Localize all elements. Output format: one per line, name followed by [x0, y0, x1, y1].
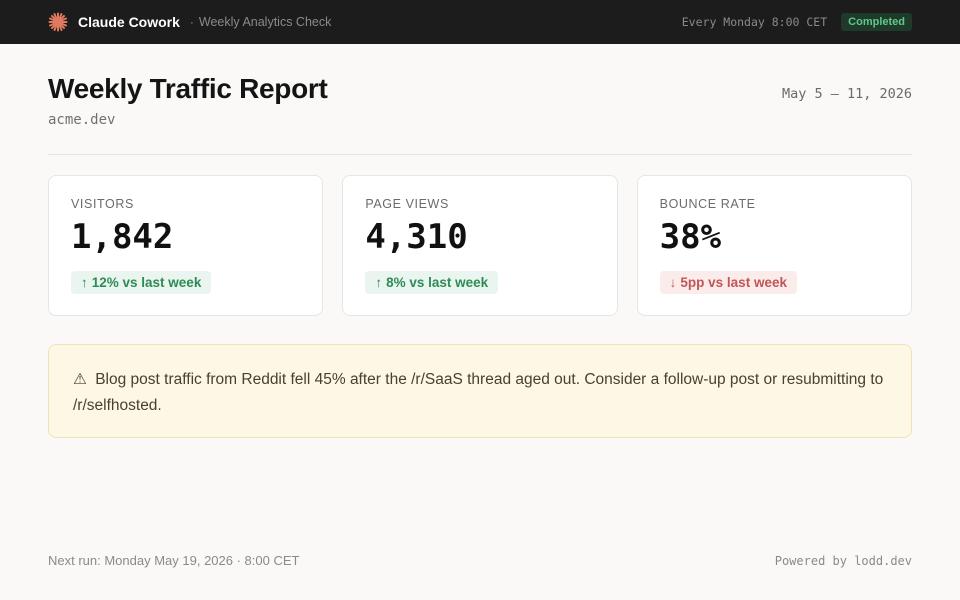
report-header: Weekly Traffic Report acme.dev May 5 – 1… [48, 70, 912, 155]
stat-label: Visitors [71, 197, 134, 211]
next-run-text: Next run: Monday May 19, 2026 · 8:00 CET [48, 553, 300, 568]
arrow-up-icon: ↑ [81, 275, 88, 290]
site-domain: acme.dev [48, 112, 116, 128]
top-bar: Claude Cowork · Weekly Analytics Check E… [0, 0, 960, 44]
stat-value: 38% [659, 217, 722, 257]
stat-delta-badge: ↑ 12% vs last week [71, 271, 212, 294]
date-range: May 5 – 11, 2026 [781, 86, 912, 102]
stat-delta-text: 5pp vs last week [680, 275, 787, 290]
status-badge: Completed [841, 13, 912, 31]
stat-card-page-views: Page Views 4,310 ↑ 8% vs last week [342, 175, 618, 316]
stat-label: Page Views [365, 197, 449, 211]
stat-label: Bounce Rate [659, 197, 756, 211]
stat-delta-badge: ↓ 5pp vs last week [659, 271, 797, 294]
top-bar-left: Claude Cowork · Weekly Analytics Check [48, 12, 331, 32]
schedule-text: Every Monday 8:00 CET [681, 15, 828, 29]
stat-card-bounce-rate: Bounce Rate 38% ↓ 5pp vs last week [636, 175, 912, 316]
stat-value: 1,842 [71, 217, 174, 257]
insight-alert: ⚠ Blog post traffic from Reddit fell 45%… [48, 344, 912, 438]
arrow-down-icon: ↓ [669, 275, 677, 290]
stat-delta-text: 12% vs last week [91, 275, 202, 290]
stat-value: 4,310 [365, 217, 468, 257]
claude-spark-icon [48, 12, 68, 32]
top-bar-right: Every Monday 8:00 CET Completed [682, 13, 912, 31]
stat-delta-text: 8% vs last week [386, 275, 489, 290]
powered-by-link[interactable]: Powered by lodd.dev [775, 554, 912, 568]
stat-delta-badge: ↑ 8% vs last week [365, 271, 499, 294]
stat-cards: Visitors 1,842 ↑ 12% vs last week Page V… [48, 175, 912, 316]
warning-icon: ⚠ [73, 371, 87, 388]
arrow-up-icon: ↑ [375, 275, 383, 290]
app-name: Claude Cowork [78, 14, 180, 30]
task-name: Weekly Analytics Check [198, 15, 332, 29]
title-separator: · [189, 15, 194, 29]
alert-text: Blog post traffic from Reddit fell 45% a… [73, 371, 884, 414]
stat-card-visitors: Visitors 1,842 ↑ 12% vs last week [48, 175, 324, 316]
footer: Next run: Monday May 19, 2026 · 8:00 CET… [48, 553, 912, 568]
